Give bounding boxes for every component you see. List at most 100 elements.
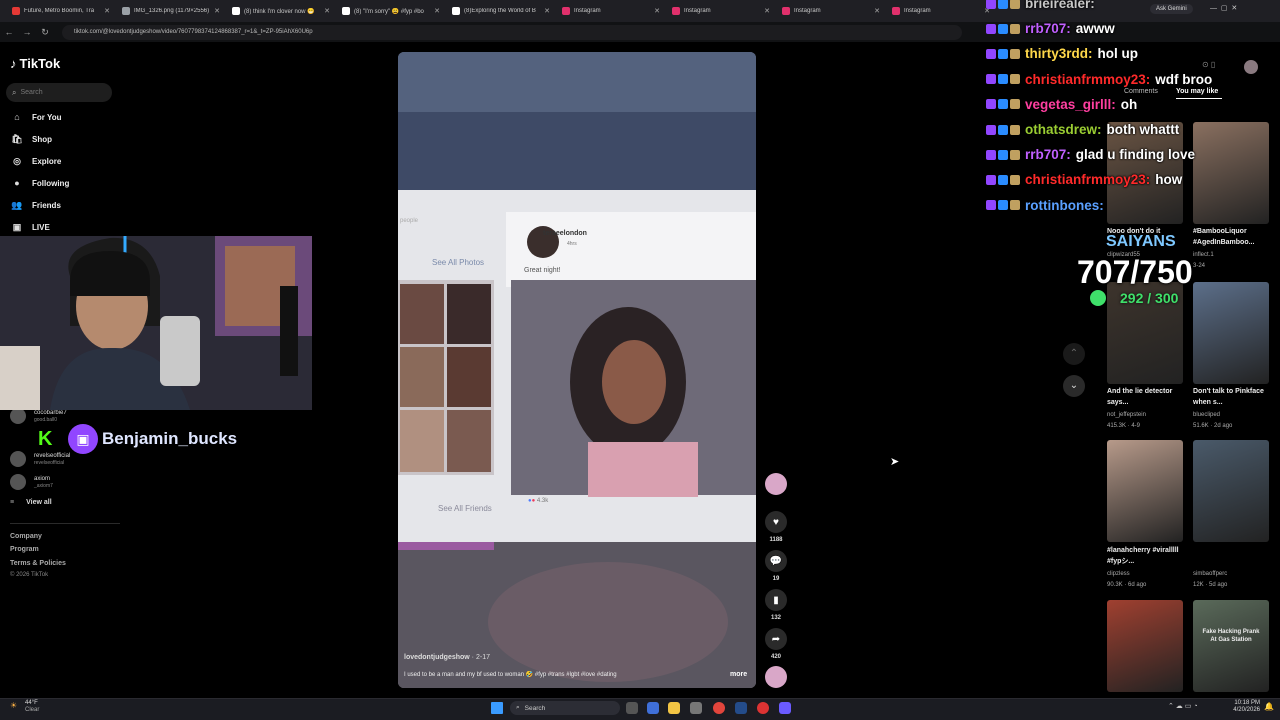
thumbnail-user[interactable]: clipzless xyxy=(1107,569,1187,580)
clock[interactable]: 10:18 PM 4/20/2026 xyxy=(1228,700,1260,714)
video-thumbnail[interactable] xyxy=(1193,122,1269,224)
windows-start-icon[interactable] xyxy=(491,702,503,714)
task-view-icon[interactable] xyxy=(626,702,638,714)
nav-item-explore[interactable]: ◎ Explore xyxy=(10,156,61,167)
tab-close-icon[interactable]: ✕ xyxy=(214,7,220,15)
video-thumbnail[interactable] xyxy=(1107,440,1183,542)
followed-account[interactable]: axiom _axiom7 xyxy=(10,474,53,490)
browser-tab[interactable]: (8) think I'm clover now 😁 ✕ xyxy=(226,0,336,22)
thumbnail-user[interactable]: bluecliped xyxy=(1193,410,1273,421)
video-thumbnail[interactable] xyxy=(1193,282,1269,384)
tab-favicon-icon xyxy=(672,7,680,15)
video-thumbnail[interactable] xyxy=(1193,440,1269,542)
nav-item-friends[interactable]: 👥 Friends xyxy=(10,200,61,211)
tray-icons[interactable]: ⌃ ☁ ▭ ◔ xyxy=(1168,702,1198,710)
steam-icon[interactable] xyxy=(735,702,747,714)
tab-comments[interactable]: Comments xyxy=(1124,88,1158,95)
tab-close-icon[interactable]: ✕ xyxy=(544,7,550,15)
view-all-link[interactable]: ≡ View all xyxy=(10,499,52,506)
more-link[interactable]: more xyxy=(730,671,747,678)
followed-account[interactable]: cocobarbie7 good.ball0 xyxy=(10,408,67,424)
chat-badge-icon xyxy=(998,99,1008,110)
music-disc[interactable] xyxy=(765,666,787,688)
tab-close-icon[interactable]: ✕ xyxy=(434,7,440,15)
tab-close-icon[interactable]: ✕ xyxy=(104,7,110,15)
tab-close-icon[interactable]: ✕ xyxy=(324,7,330,15)
thumbnail-user[interactable]: simbaoffperc xyxy=(1193,569,1273,580)
discord-icon[interactable] xyxy=(779,702,791,714)
tab-favicon-icon xyxy=(342,7,350,15)
video-thumbnail[interactable] xyxy=(1193,600,1269,692)
copilot-icon[interactable] xyxy=(647,702,659,714)
tab-close-icon[interactable]: ✕ xyxy=(874,7,880,15)
nav-label: For You xyxy=(32,112,62,122)
browser-tab[interactable]: Instagram ✕ xyxy=(886,0,996,22)
nav-item-following[interactable]: ● Following xyxy=(10,178,69,188)
profile-avatar[interactable] xyxy=(1244,60,1258,74)
footer-link[interactable]: Company xyxy=(10,533,42,540)
browser-tab[interactable]: Instagram ✕ xyxy=(776,0,886,22)
browser-tab[interactable]: (8) "I'm sorry" 😩 #fyp #bo ✕ xyxy=(336,0,446,22)
avatar xyxy=(10,451,26,467)
see-all-photos: See All Photos xyxy=(432,258,485,267)
thumbnail-caption[interactable]: Don't talk to Pinkface when s... xyxy=(1193,386,1273,408)
chat-badge-icon xyxy=(986,48,996,59)
tab-favicon-icon xyxy=(12,7,20,15)
notification-icon[interactable]: 🔔 xyxy=(1264,702,1274,711)
panel-toolbar-icons[interactable]: ⊙ ▯ xyxy=(1202,60,1215,69)
tab-close-icon[interactable]: ✕ xyxy=(654,7,660,15)
nav-item-for-you[interactable]: ⌂ For You xyxy=(10,112,61,122)
chat-badge-icon xyxy=(1010,200,1020,211)
tab-title: (8) think I'm clover now 😁 xyxy=(244,8,315,15)
browser-tab[interactable]: Instagram ✕ xyxy=(666,0,776,22)
window-controls[interactable]: — ▢ ✕ xyxy=(1210,4,1237,12)
back-icon[interactable]: ← xyxy=(0,27,18,37)
forward-icon[interactable]: → xyxy=(18,27,36,37)
thumbnail-user[interactable]: inflect.1 xyxy=(1193,250,1273,261)
nav-icon: 👥 xyxy=(11,200,23,210)
share-button[interactable]: ➦ xyxy=(765,628,787,650)
tiktok-video[interactable]: teraeelondon 4hrs Great night! See All P… xyxy=(398,52,756,688)
video-author[interactable]: lovedontjudgeshow xyxy=(404,654,470,661)
heart-icon: ♥ xyxy=(773,516,779,528)
obs-icon[interactable] xyxy=(757,702,769,714)
search-input[interactable]: ⌕ Search xyxy=(6,83,112,102)
tiktok-logo[interactable]: ♪ TikTok xyxy=(10,56,60,71)
reload-icon[interactable]: ↻ xyxy=(36,27,54,38)
creator-avatar[interactable] xyxy=(765,473,787,495)
thumbnail-caption[interactable]: #BambooLiquor #AgedInBamboo... xyxy=(1193,226,1273,248)
webcam-image xyxy=(0,236,312,410)
nav-item-shop[interactable]: 🛍 Shop xyxy=(10,134,52,145)
settings-icon[interactable] xyxy=(690,702,702,714)
chat-badge-icon xyxy=(998,23,1008,34)
browser-tab[interactable]: Instagram ✕ xyxy=(556,0,666,22)
thumbnail-caption[interactable]: Fake Hacking Prank At Gas Station xyxy=(1199,628,1263,644)
thumbnail-stats: 51.6K · 2d ago xyxy=(1193,423,1233,429)
thumbnail-stats: 12K · 5d ago xyxy=(1193,582,1228,588)
tab-favicon-icon xyxy=(782,7,790,15)
save-button[interactable]: ▮ xyxy=(765,589,787,611)
thumbnail-caption[interactable]: And the lie detector says... xyxy=(1107,386,1187,408)
comment-button[interactable]: 💬 xyxy=(765,550,787,572)
browser-tab[interactable]: Future, Metro Boomin, Tra ✕ xyxy=(6,0,116,22)
thumbnail-user[interactable]: not_jeffepstein xyxy=(1107,410,1187,421)
like-button[interactable]: ♥ xyxy=(765,511,787,533)
footer-link[interactable]: Program xyxy=(10,546,39,553)
tab-close-icon[interactable]: ✕ xyxy=(764,7,770,15)
url-bar[interactable]: tiktok.com/@lovedontjudgeshow/video/7607… xyxy=(62,24,962,40)
taskbar-search[interactable]: ⌕ Search xyxy=(510,701,620,715)
next-video-button[interactable]: ⌄ xyxy=(1063,375,1085,397)
prev-video-button[interactable]: ⌃ xyxy=(1063,343,1085,365)
nav-item-live[interactable]: ▣ LIVE xyxy=(10,222,50,233)
thumbnail-caption[interactable]: #lanahcherry #viralllll #fypシ... xyxy=(1107,545,1187,567)
weather-widget[interactable]: 44°F Clear xyxy=(25,700,39,714)
tab-you-may-like[interactable]: You may like xyxy=(1176,88,1218,95)
chrome-icon[interactable] xyxy=(713,702,725,714)
browser-tab[interactable]: (8)Exploring the World of B ✕ xyxy=(446,0,556,22)
video-thumbnail[interactable] xyxy=(1107,600,1183,692)
ask-gemini-button[interactable]: Ask Gemini xyxy=(1150,4,1193,14)
file-explorer-icon[interactable] xyxy=(668,702,680,714)
footer-link[interactable]: Terms & Policies xyxy=(10,560,66,567)
chat-badge-icon xyxy=(1010,74,1020,85)
browser-tab[interactable]: IMG_1326.png (1179×2556) ✕ xyxy=(116,0,226,22)
